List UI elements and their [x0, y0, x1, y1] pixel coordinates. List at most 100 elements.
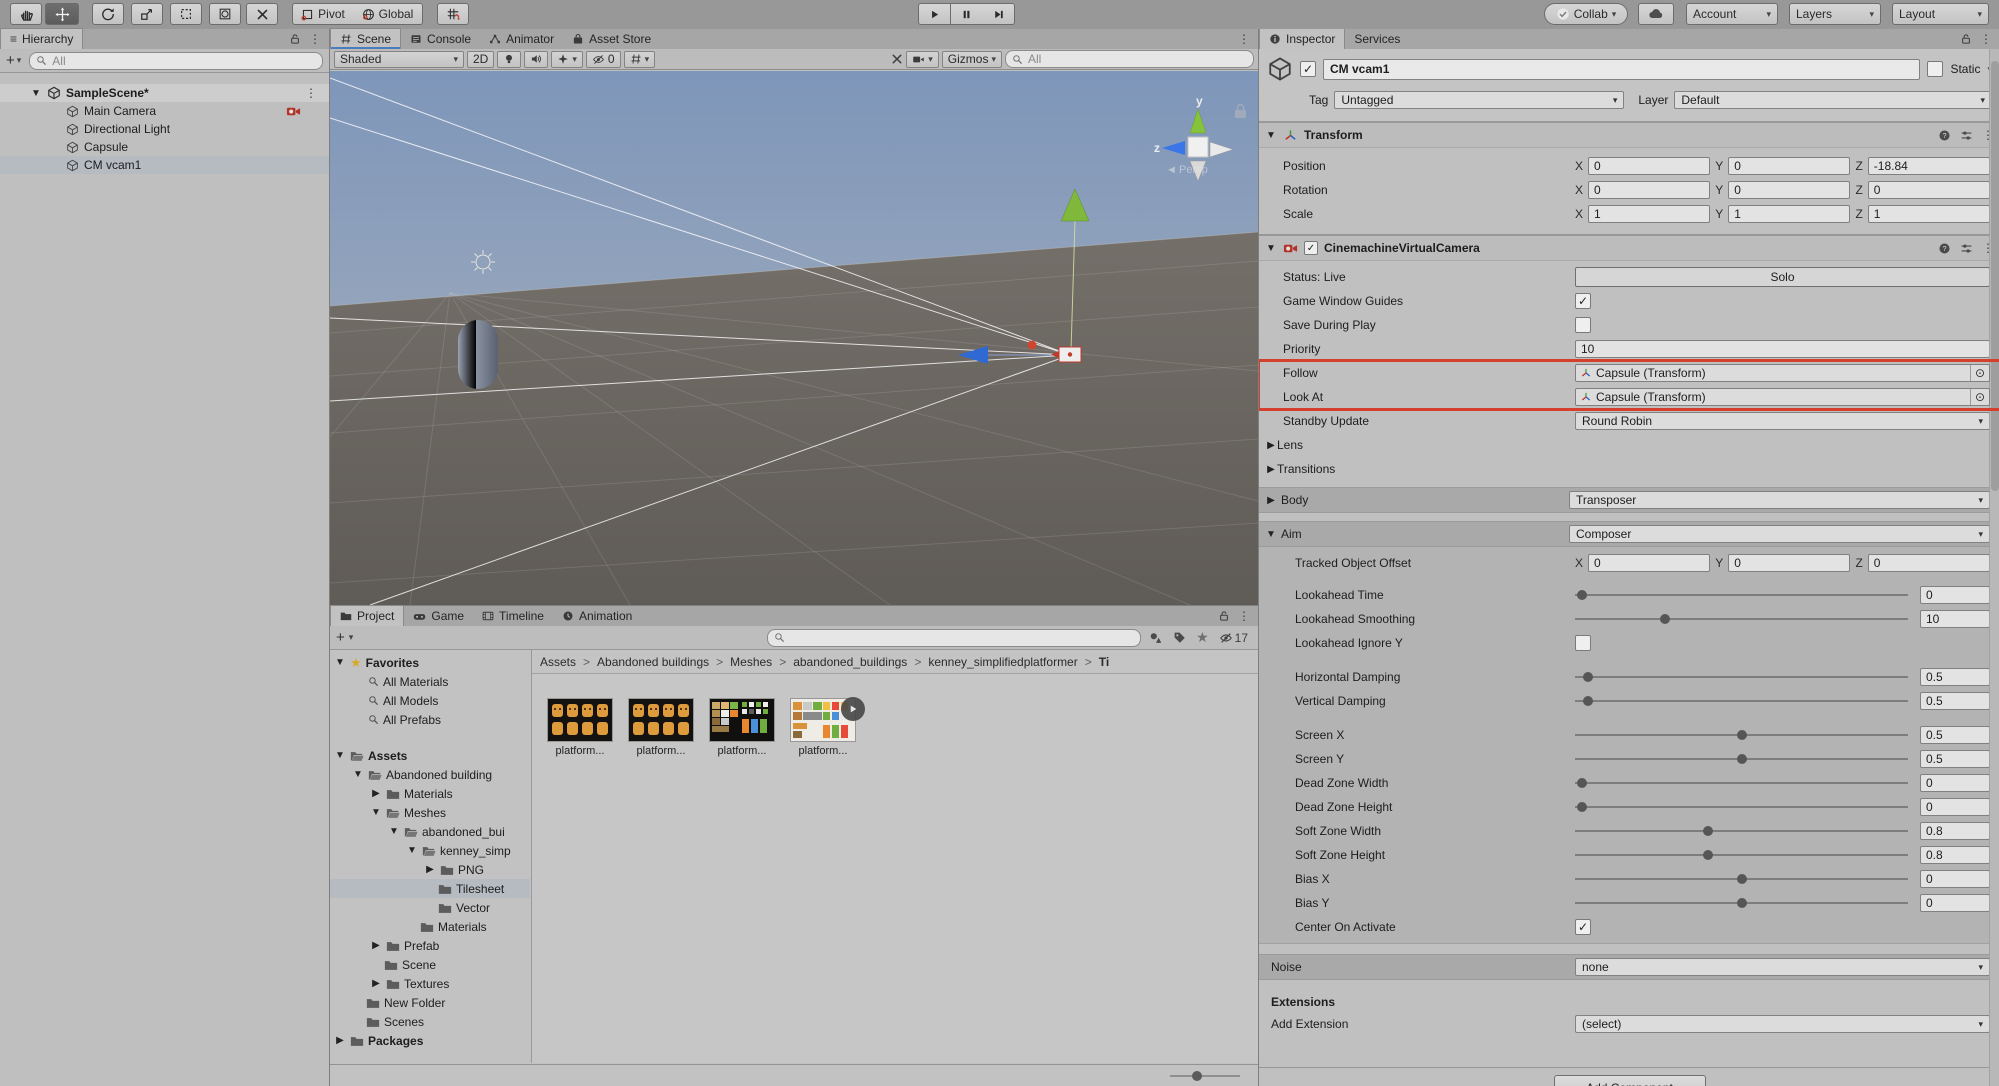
lookahead-smoothing-field[interactable]: 10 [1920, 610, 1990, 628]
foldout-icon[interactable]: ▶ [1265, 495, 1277, 506]
bias-x-field[interactable]: 0 [1920, 870, 1990, 888]
tree-row-kenney-simp[interactable]: ▼ kenney_simp [330, 841, 530, 860]
rotation-z-field[interactable]: 0 [1868, 181, 1990, 199]
favorites-star-icon[interactable]: ★ [1196, 629, 1209, 646]
position-z-field[interactable]: -18.84 [1868, 157, 1990, 175]
follow-object-field[interactable]: Capsule (Transform) ⊙ [1575, 364, 1990, 382]
tree-row-meshes[interactable]: ▼ Meshes [330, 803, 530, 822]
position-x-field[interactable]: 0 [1588, 157, 1710, 175]
grid-snap-button[interactable] [437, 3, 469, 25]
hierarchy-row-cm-vcam1[interactable]: CM vcam1 [0, 156, 329, 174]
body-section-row[interactable]: ▶ Body Transposer▾ [1259, 487, 1999, 513]
object-picker-icon[interactable]: ⊙ [1970, 365, 1989, 381]
layer-dropdown[interactable]: Default▾ [1674, 91, 1992, 109]
persp-arrow-label[interactable]: ◄ [1166, 164, 1177, 176]
collab-dropdown[interactable]: Collab▾ [1544, 3, 1628, 25]
play-button[interactable] [918, 3, 951, 25]
tab-scene[interactable]: Scene [330, 28, 401, 49]
transform-component-header[interactable]: ▼ Transform ⋮ [1259, 122, 1999, 148]
add-extension-dropdown[interactable]: (select)▾ [1575, 1015, 1990, 1033]
tab-timeline[interactable]: Timeline [473, 606, 553, 626]
foldout-icon[interactable]: ▼ [352, 769, 364, 780]
soft-zone-height-field[interactable]: 0.8 [1920, 846, 1990, 864]
project-search-input[interactable] [788, 630, 1134, 646]
tab-project[interactable]: Project [330, 605, 404, 626]
cinemachine-component-header[interactable]: ▼ CinemachineVirtualCamera ⋮ [1259, 235, 1999, 261]
lookahead-time-field[interactable]: 0 [1920, 586, 1990, 604]
custom-tools-button[interactable] [246, 3, 278, 25]
foldout-icon[interactable]: ▼ [1265, 529, 1277, 540]
ignore-y-checkbox[interactable] [1575, 635, 1591, 651]
offset-x-field[interactable]: 0 [1588, 554, 1710, 572]
hidden-objects-button[interactable]: 0 [586, 51, 621, 68]
rotate-tool-button[interactable] [92, 3, 124, 25]
search-by-type-icon[interactable] [1149, 631, 1163, 645]
hierarchy-row-main-camera[interactable]: Main Camera [0, 102, 329, 120]
global-toggle-button[interactable]: Global [353, 3, 423, 25]
pause-button[interactable] [950, 3, 983, 25]
inspector-menu-icon[interactable]: ⋮ [1980, 32, 1992, 46]
lookat-object-field[interactable]: Capsule (Transform) ⊙ [1575, 388, 1990, 406]
foldout-icon[interactable]: ▶ [1265, 464, 1277, 475]
gizmo-x-axis-dot[interactable] [1028, 341, 1037, 350]
asset-item-1[interactable]: platform... [540, 698, 620, 757]
scale-z-field[interactable]: 1 [1868, 205, 1990, 223]
foldout-icon[interactable]: ▼ [370, 807, 382, 818]
dead-zone-width-slider[interactable] [1575, 782, 1908, 784]
screen-x-field[interactable]: 0.5 [1920, 726, 1990, 744]
foldout-icon[interactable]: ▼ [334, 750, 346, 761]
guides-checkbox[interactable] [1575, 293, 1591, 309]
foldout-icon[interactable]: ▶ [370, 940, 382, 951]
noise-dropdown[interactable]: none▾ [1575, 958, 1990, 976]
hierarchy-row-scene[interactable]: ▼ SampleScene* ⋮ [0, 84, 329, 102]
horizontal-damping-slider[interactable] [1575, 676, 1908, 678]
inspector-scrollbar[interactable] [1989, 49, 1999, 1086]
scene-viewport[interactable]: y z ◄ Persp [330, 71, 1258, 605]
foldout-icon[interactable]: ▼ [388, 826, 400, 837]
project-menu-icon[interactable]: ⋮ [1238, 609, 1250, 623]
hierarchy-search-field[interactable] [29, 52, 323, 70]
tree-row-png[interactable]: ▶ PNG [330, 860, 530, 879]
thumbnail-size-slider[interactable] [1170, 1075, 1240, 1077]
object-picker-icon[interactable]: ⊙ [1970, 389, 1989, 405]
audio-toggle-button[interactable] [524, 51, 548, 68]
breadcrumb-item-current[interactable]: Ti [1099, 655, 1109, 669]
lookahead-smoothing-slider[interactable] [1575, 618, 1908, 620]
scene-search-input[interactable] [1026, 51, 1247, 67]
dead-zone-height-field[interactable]: 0 [1920, 798, 1990, 816]
slider-knob[interactable] [1192, 1071, 1202, 1081]
lock-icon[interactable] [1960, 33, 1972, 45]
tree-row-abandoned-bui[interactable]: ▼ abandoned_bui [330, 822, 530, 841]
asset-item-2[interactable]: platform... [621, 698, 701, 757]
tree-row-scenes[interactable]: Scenes [330, 1012, 530, 1031]
account-dropdown[interactable]: Account▾ [1686, 3, 1778, 25]
center-on-activate-checkbox[interactable] [1575, 919, 1591, 935]
play-preview-button[interactable] [841, 697, 865, 721]
priority-field[interactable]: 10 [1575, 340, 1990, 358]
soft-zone-height-slider[interactable] [1575, 854, 1908, 856]
body-dropdown[interactable]: Transposer▾ [1569, 491, 1990, 509]
persp-label[interactable]: Persp [1179, 164, 1208, 176]
2d-toggle-button[interactable]: 2D [467, 51, 494, 68]
hierarchy-row-capsule[interactable]: Capsule [0, 138, 329, 156]
save-checkbox[interactable] [1575, 317, 1591, 333]
vertical-damping-field[interactable]: 0.5 [1920, 692, 1990, 710]
capsule-object[interactable] [458, 320, 498, 389]
asset-item-3[interactable]: platform... [702, 698, 782, 757]
static-checkbox[interactable] [1927, 61, 1943, 77]
help-icon[interactable] [1938, 129, 1951, 142]
foldout-icon[interactable]: ▼ [406, 845, 418, 856]
scrollbar-thumb[interactable] [1991, 61, 1999, 491]
vertical-damping-slider[interactable] [1575, 700, 1908, 702]
foldout-icon[interactable]: ▼ [30, 88, 42, 99]
gameobject-big-cube-icon[interactable] [1267, 56, 1293, 82]
transform-tool-button[interactable] [209, 3, 241, 25]
foldout-icon[interactable]: ▼ [1265, 130, 1277, 141]
hierarchy-menu-icon[interactable]: ⋮ [309, 32, 321, 46]
create-caret-icon[interactable]: ▾ [17, 55, 22, 66]
tree-row-new-folder[interactable]: New Folder [330, 993, 530, 1012]
move-tool-button[interactable] [45, 3, 79, 25]
add-component-button[interactable]: Add Component [1554, 1075, 1706, 1086]
scene-panel-menu-icon[interactable]: ⋮ [1238, 32, 1250, 46]
bias-x-slider[interactable] [1575, 878, 1908, 880]
